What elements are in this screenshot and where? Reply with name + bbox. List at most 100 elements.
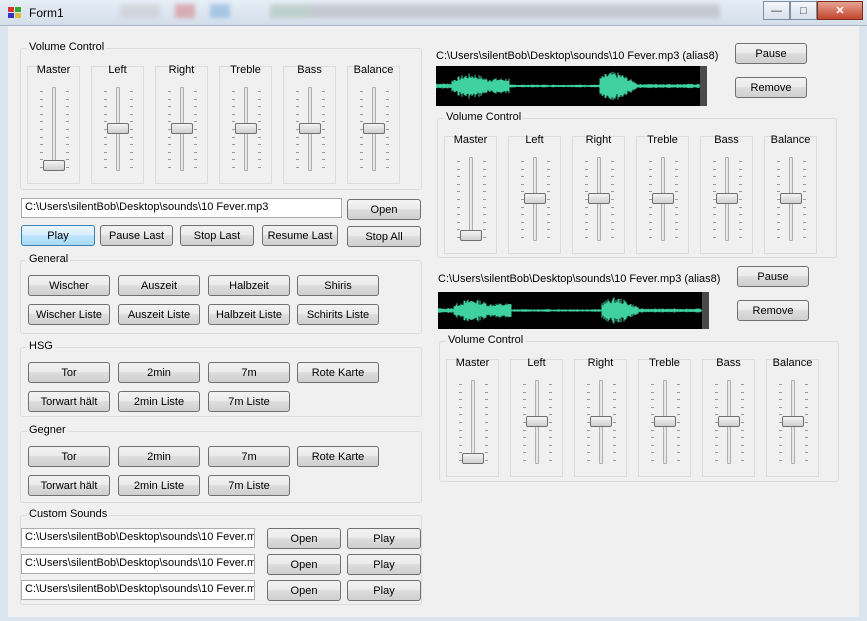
main-slider-tick (104, 144, 107, 146)
hsg-torwart-button[interactable]: Torwart hält (28, 391, 110, 412)
main-slider-thumb[interactable] (363, 123, 385, 134)
player1-slider-tick (585, 229, 588, 231)
main-slider-thumb[interactable] (299, 123, 321, 134)
player2-slider-left[interactable]: Left (510, 357, 563, 477)
player1-slider-right[interactable]: Right (572, 134, 625, 254)
maximize-button[interactable]: □ (790, 1, 817, 20)
schirits-liste-button[interactable]: Schirits Liste (297, 304, 379, 325)
resume-last-button[interactable]: Resume Last (262, 225, 338, 246)
player1-waveform[interactable] (436, 66, 707, 106)
main-slider-left[interactable]: Left (91, 64, 144, 184)
play-button[interactable]: Play (21, 225, 95, 246)
hsg-title: HSG (27, 340, 55, 352)
gegner-2min-liste-button[interactable]: 2min Liste (118, 475, 200, 496)
player2-pause-button[interactable]: Pause (737, 266, 809, 287)
player2-waveform-scrollbar[interactable] (702, 292, 709, 329)
gegner-tor-button[interactable]: Tor (28, 446, 110, 467)
custom-play-button-1[interactable]: Play (347, 528, 421, 549)
main-slider-thumb[interactable] (107, 123, 129, 134)
player1-slider-left[interactable]: Left (508, 134, 561, 254)
custom-open-button-3[interactable]: Open (267, 580, 341, 601)
custom-path-input-1[interactable]: C:\Users\silentBob\Desktop\sounds\10 Fev… (21, 528, 255, 548)
main-slider-thumb[interactable] (43, 160, 65, 171)
player1-slider-tick (777, 168, 780, 170)
auszeit-button[interactable]: Auszeit (118, 275, 200, 296)
custom-play-button-3[interactable]: Play (347, 580, 421, 601)
player1-slider-thumb[interactable] (716, 193, 738, 204)
minimize-button[interactable]: — (763, 1, 790, 20)
player1-slider-tick (547, 183, 550, 185)
player2-slider-master[interactable]: Master (446, 357, 499, 477)
main-slider-thumb[interactable] (235, 123, 257, 134)
player1-slider-bass[interactable]: Bass (700, 134, 753, 254)
file-path-input[interactable]: C:\Users\silentBob\Desktop\sounds\10 Fev… (21, 198, 342, 218)
gegner-7m-button[interactable]: 7m (208, 446, 290, 467)
custom-path-input-2[interactable]: C:\Users\silentBob\Desktop\sounds\10 Fev… (21, 554, 255, 574)
title-bar[interactable]: Form1 — □ ✕ (0, 0, 867, 26)
player1-slider-thumb[interactable] (588, 193, 610, 204)
player1-slider-master[interactable]: Master (444, 134, 497, 254)
hsg-7m-button[interactable]: 7m (208, 362, 290, 383)
player1-slider-thumb[interactable] (460, 230, 482, 241)
custom-play-button-2[interactable]: Play (347, 554, 421, 575)
player2-slider-thumb[interactable] (782, 416, 804, 427)
player1-remove-button[interactable]: Remove (735, 77, 807, 98)
custom-open-button-1[interactable]: Open (267, 528, 341, 549)
main-slider-balance[interactable]: Balance (347, 64, 400, 184)
custom-open-button-2[interactable]: Open (267, 554, 341, 575)
main-slider-thumb[interactable] (171, 123, 193, 134)
player1-slider-treble[interactable]: Treble (636, 134, 689, 254)
player1-slider-thumb[interactable] (780, 193, 802, 204)
player2-slider-thumb[interactable] (718, 416, 740, 427)
main-slider-tick (386, 113, 389, 115)
player1-slider-thumb[interactable] (652, 193, 674, 204)
gegner-rote-karte-button[interactable]: Rote Karte (297, 446, 379, 467)
stop-last-button[interactable]: Stop Last (180, 225, 254, 246)
halbzeit-liste-button[interactable]: Halbzeit Liste (208, 304, 290, 325)
hsg-rote-karte-button[interactable]: Rote Karte (297, 362, 379, 383)
custom-path-input-3[interactable]: C:\Users\silentBob\Desktop\sounds\10 Fev… (21, 580, 255, 600)
player2-remove-button[interactable]: Remove (737, 300, 809, 321)
shiris-button[interactable]: Shiris (297, 275, 379, 296)
player1-slider-thumb[interactable] (524, 193, 546, 204)
player2-slider-treble[interactable]: Treble (638, 357, 691, 477)
main-slider-master[interactable]: Master (27, 64, 80, 184)
gegner-torwart-button[interactable]: Torwart hält (28, 475, 110, 496)
player2-slider-tick (651, 384, 654, 385)
close-button[interactable]: ✕ (817, 1, 863, 20)
main-slider-treble[interactable]: Treble (219, 64, 272, 184)
player2-slider-tick (677, 391, 680, 393)
auszeit-liste-button[interactable]: Auszeit Liste (118, 304, 200, 325)
player2-slider-right[interactable]: Right (574, 357, 627, 477)
player1-slider-balance[interactable]: Balance (764, 134, 817, 254)
main-slider-bass[interactable]: Bass (283, 64, 336, 184)
hsg-tor-button[interactable]: Tor (28, 362, 110, 383)
player2-waveform[interactable] (438, 292, 709, 329)
player2-slider-thumb[interactable] (526, 416, 548, 427)
player2-slider-thumb[interactable] (590, 416, 612, 427)
main-slider-tick (360, 144, 363, 146)
player1-slider-tick (483, 199, 486, 200)
player2-slider-balance[interactable]: Balance (766, 357, 819, 477)
player1-waveform-scrollbar[interactable] (700, 66, 707, 106)
wischer-liste-button[interactable]: Wischer Liste (28, 304, 110, 325)
player2-slider-tick (523, 429, 526, 431)
wischer-button[interactable]: Wischer (28, 275, 110, 296)
main-slider-tick (386, 129, 389, 130)
hsg-2min-button[interactable]: 2min (118, 362, 200, 383)
pause-last-button[interactable]: Pause Last (100, 225, 173, 246)
player2-slider-thumb[interactable] (654, 416, 676, 427)
player2-slider-tick (549, 406, 552, 408)
gegner-7m-liste-button[interactable]: 7m Liste (208, 475, 290, 496)
open-button[interactable]: Open (347, 199, 421, 220)
gegner-2min-button[interactable]: 2min (118, 446, 200, 467)
main-slider-right[interactable]: Right (155, 64, 208, 184)
player2-slider-thumb[interactable] (462, 453, 484, 464)
player2-slider-bass[interactable]: Bass (702, 357, 755, 477)
stop-all-button[interactable]: Stop All (347, 226, 421, 247)
halbzeit-button[interactable]: Halbzeit (208, 275, 290, 296)
hsg-7m-liste-button[interactable]: 7m Liste (208, 391, 290, 412)
player1-pause-button[interactable]: Pause (735, 43, 807, 64)
hsg-2min-liste-button[interactable]: 2min Liste (118, 391, 200, 412)
player1-slider-tick (713, 176, 716, 178)
